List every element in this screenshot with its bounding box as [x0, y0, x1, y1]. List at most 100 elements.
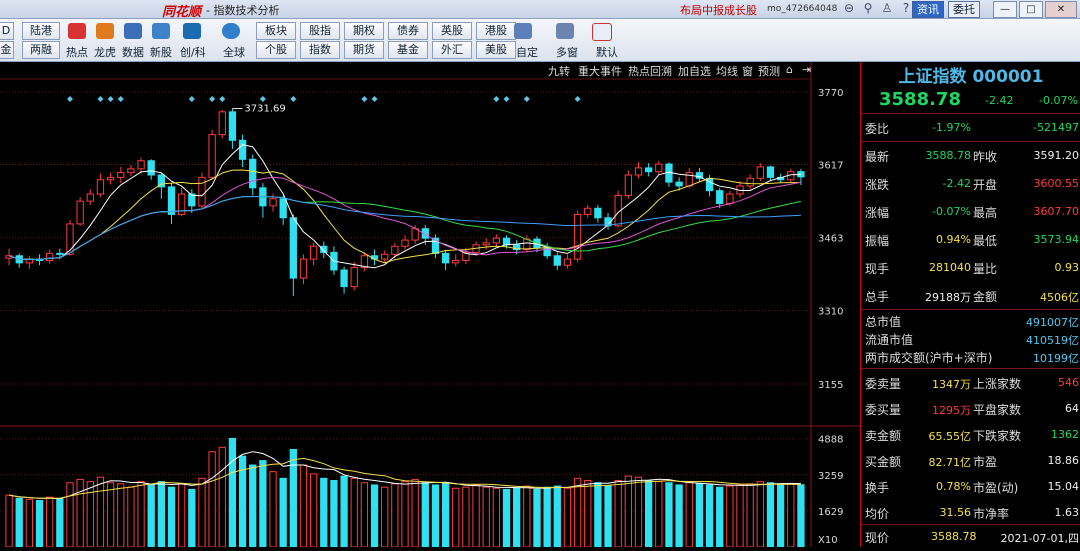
quote-label: 现手	[865, 262, 890, 276]
maximize-button[interactable]: □	[1019, 1, 1043, 18]
toolbar-btn-lugang[interactable]: 陆港	[22, 22, 60, 40]
bottom-date: 2021-07-01,四	[1000, 532, 1079, 545]
candle-body	[523, 238, 531, 251]
market-label: 两市成交额(沪市+深市)	[865, 351, 993, 365]
quote-row: 总手 29188万 金额 4506亿	[861, 284, 1080, 309]
btn-futures[interactable]: 期货	[344, 41, 384, 59]
bottom-row: 现价 3588.78 2021-07-01,四	[861, 526, 1080, 551]
edit-icon[interactable]	[514, 23, 532, 39]
volume-bar	[391, 483, 399, 547]
volume-bar	[563, 487, 572, 547]
btn-stocks[interactable]: 个股	[256, 41, 296, 59]
btn-hk-stocks[interactable]: 港股	[476, 22, 516, 40]
candle-body	[249, 158, 257, 189]
price-axis-label: 3155	[818, 380, 843, 391]
order-value: 546	[1058, 376, 1079, 389]
divider	[861, 309, 1080, 310]
toolbar-btn-margin[interactable]: 两融	[22, 41, 60, 59]
candle-body	[391, 245, 399, 255]
toolbar-btn-d[interactable]: D	[0, 22, 14, 40]
search-icon[interactable]: ⚲	[861, 1, 875, 15]
market-row: 两市成交额(沪市+深市) 10199亿	[861, 348, 1080, 366]
volume-bar	[76, 478, 84, 547]
lock-icon[interactable]: ⊖	[842, 1, 856, 15]
toolbar-label-newstock[interactable]: 新股	[150, 44, 172, 60]
quote-row: 涨幅 -0.07% 最高 3607.70	[861, 200, 1080, 225]
volume-bar	[756, 481, 764, 547]
toolbar-label-chuang[interactable]: 创/科	[180, 44, 206, 60]
globe-icon[interactable]	[222, 23, 240, 39]
ma60-line	[8, 195, 801, 261]
volume-bar	[431, 484, 440, 547]
candle-body	[675, 181, 683, 187]
toolbar-label-multiwindow[interactable]: 多窗	[556, 44, 578, 60]
ad-link[interactable]: 布局中报成长股	[680, 2, 757, 18]
candle-body	[716, 190, 724, 205]
btn-stock-index[interactable]: 股指	[300, 22, 340, 40]
btn-index[interactable]: 指数	[300, 41, 340, 59]
btn-funds[interactable]: 基金	[388, 41, 428, 59]
toolbar-label-dragon[interactable]: 龙虎	[94, 44, 116, 60]
toolbar-label-default[interactable]: 默认	[596, 44, 618, 60]
toolbar-btn-gold[interactable]: 金	[0, 41, 14, 59]
btn-options[interactable]: 期权	[344, 22, 384, 40]
volume-bar	[208, 451, 216, 547]
quote-label: 最低	[973, 234, 998, 248]
toolbar-label-global[interactable]: 全球	[223, 44, 245, 60]
volume-bar	[736, 484, 744, 547]
candle-body	[411, 228, 419, 241]
volume-bar	[553, 485, 561, 547]
candle-body	[502, 237, 511, 246]
btn-bonds[interactable]: 债券	[388, 22, 428, 40]
minimize-button[interactable]: —	[993, 1, 1017, 18]
candle-body	[46, 252, 54, 261]
title-bar: 同花顺 - 指数技术分析 布局中报成长股 mo_472664048 ⊖ ⚲ ♙ …	[0, 0, 1080, 20]
btn-us-stocks[interactable]: 美股	[476, 41, 516, 59]
help-icon[interactable]: ?	[899, 1, 913, 15]
candle-body	[563, 258, 572, 266]
tab-info[interactable]: 资讯	[912, 1, 944, 18]
shirt-icon[interactable]: ♙	[880, 1, 894, 15]
multiwindow-icon[interactable]	[556, 23, 574, 39]
quote-value: 4506亿	[1040, 291, 1079, 304]
kline-chart[interactable]: 3770 3617 3463 3310 3155 4888 3259 1629 X10 3731.…	[0, 62, 860, 547]
quote-label: 开盘	[973, 178, 998, 192]
volume-bar	[665, 482, 673, 547]
volume-axis-label: 4888	[818, 435, 843, 446]
close-button[interactable]: ✕	[1045, 1, 1077, 18]
tab-delegate[interactable]: 委托	[948, 1, 980, 18]
candle-body	[167, 186, 176, 215]
volume-bar	[188, 488, 196, 547]
market-row: 流通市值 410519亿	[861, 330, 1080, 348]
chuang-icon[interactable]	[183, 23, 201, 39]
market-label: 流通市值	[865, 333, 914, 347]
candle-body	[482, 242, 490, 246]
volume-bar	[584, 480, 592, 547]
order-value: 15.04	[1047, 480, 1080, 493]
toolbar-label-data[interactable]: 数据	[122, 44, 144, 60]
order-value: 82.71亿	[928, 456, 972, 469]
home-icon[interactable]	[592, 23, 612, 41]
user-id: mo_472664048	[767, 4, 838, 14]
quote-label: 总手	[865, 290, 890, 304]
order-label: 市盈(动)	[973, 481, 1019, 495]
max-price-label: 3731.69	[244, 104, 285, 115]
pe-icon[interactable]	[124, 23, 142, 39]
index-price: 3588.78	[879, 89, 961, 110]
volume-bar	[96, 476, 105, 547]
btn-uk-stocks[interactable]: 英股	[432, 22, 472, 40]
toolbar-label-hot[interactable]: 热点	[66, 44, 88, 60]
tiger-icon[interactable]	[96, 23, 114, 39]
toolbar-label-custom[interactable]: 自定	[516, 44, 538, 60]
volume-bar	[492, 487, 501, 547]
quote-value: -0.07%	[932, 205, 971, 218]
volume-bar	[604, 485, 612, 547]
volume-bar	[685, 482, 693, 547]
newstock-icon[interactable]	[152, 23, 170, 39]
volume-bar	[147, 484, 155, 547]
flame-icon[interactable]	[68, 23, 86, 39]
btn-forex[interactable]: 外汇	[432, 41, 472, 59]
order-label: 买金额	[865, 455, 902, 469]
btn-sector[interactable]: 板块	[256, 22, 296, 40]
volume-bar	[289, 449, 297, 547]
